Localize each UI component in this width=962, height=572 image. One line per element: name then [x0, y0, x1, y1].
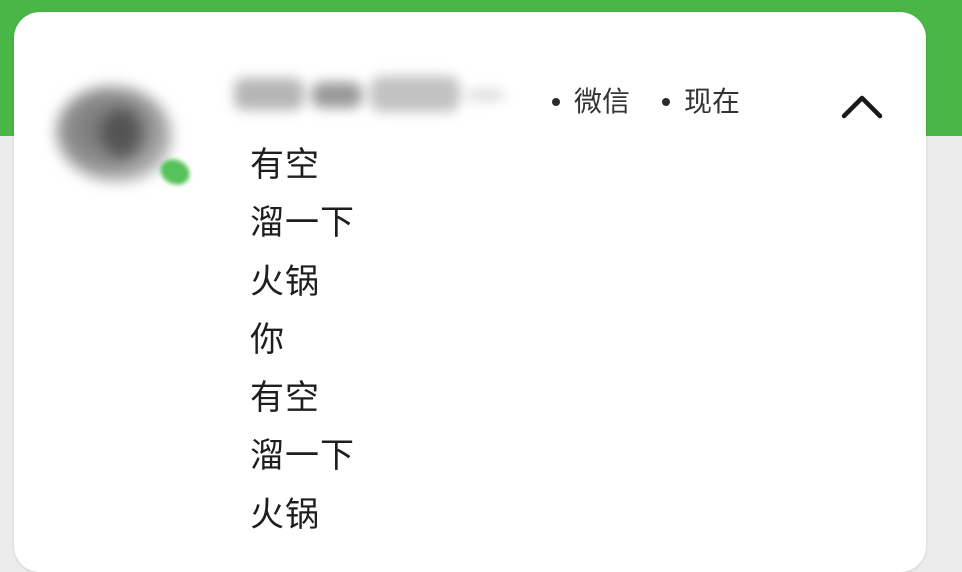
message-line: 火锅: [250, 261, 320, 302]
separator-dot: [552, 98, 560, 106]
app-name: 微信: [574, 85, 631, 118]
message-list: 有空 溜一下 火锅 你 有空 溜一下 火锅: [250, 140, 355, 548]
message-line: 溜一下: [250, 436, 355, 477]
avatar: [46, 72, 186, 200]
chevron-up-icon: [841, 95, 883, 119]
message-line: 溜一下: [250, 203, 355, 244]
notification-meta: 微信 现在: [542, 82, 740, 122]
message-line: 有空: [250, 145, 320, 185]
notification-card[interactable]: 微信 现在 有空 溜一下 火锅 你 有空 溜一下 火锅: [14, 12, 926, 572]
notification-time: 现在: [684, 85, 741, 118]
sender-name-redacted: [234, 70, 514, 120]
separator-dot: [662, 98, 671, 106]
message-line: 你: [250, 319, 285, 360]
message-line: 有空: [250, 378, 320, 419]
collapse-button[interactable]: [830, 78, 894, 134]
message-line: 火锅: [250, 494, 320, 535]
